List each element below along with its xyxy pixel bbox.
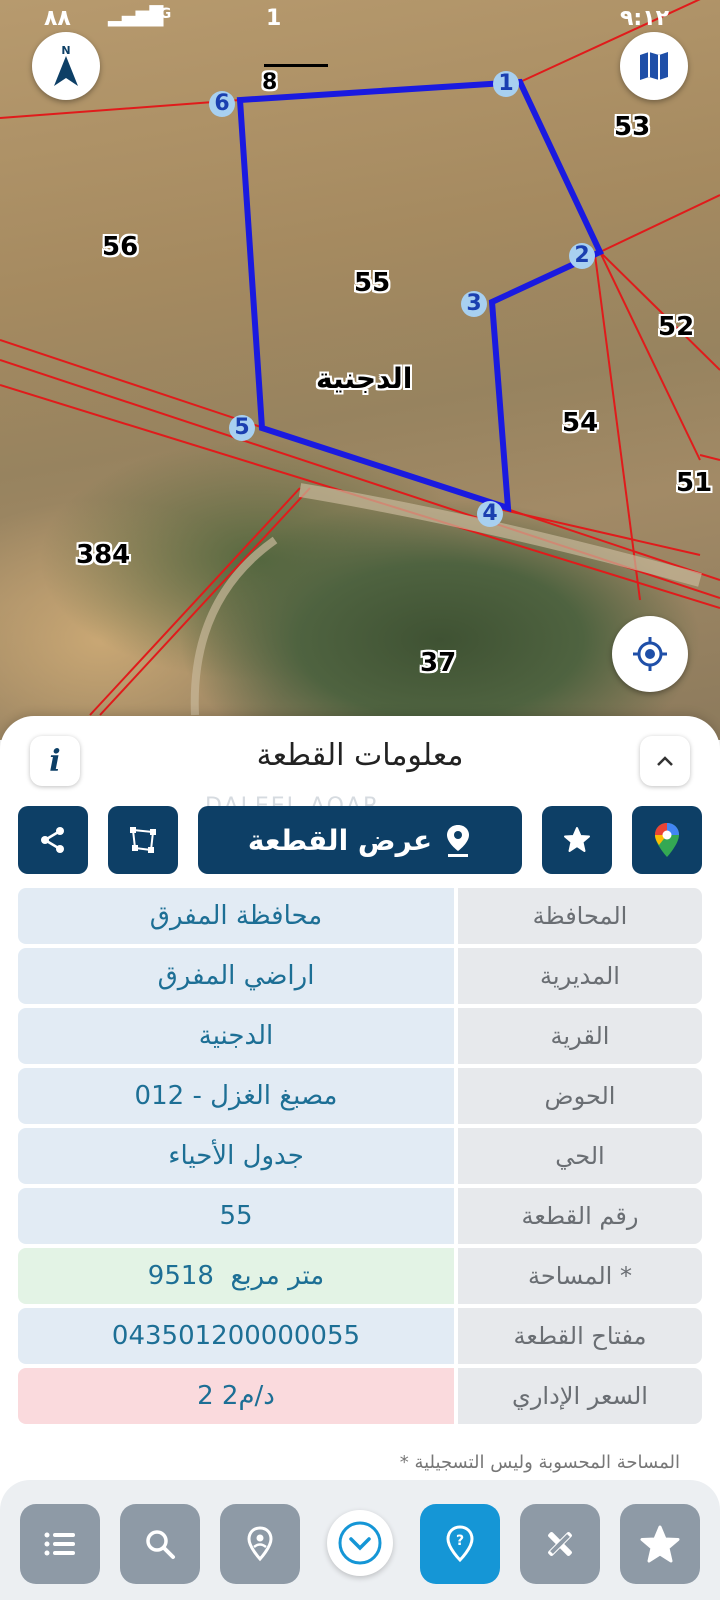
parcel-label-384[interactable]: 384 [76, 540, 130, 570]
map-view[interactable]: ٨٨ ▂▄▆█ 4G 1 ٩:١٢ 8 N 53 56 55 52 54 51 … [0, 0, 720, 740]
row-neighborhood: جدول الأحياء الحي [18, 1128, 702, 1184]
north-arrow-button[interactable]: N [32, 32, 100, 100]
row-parcel-key: 043501200000055 مفتاح القطعة [18, 1308, 702, 1364]
panel-title: معلومات القطعة [256, 738, 464, 773]
selected-parcel-outline [236, 78, 604, 513]
vertex-marker-3[interactable]: 3 [461, 291, 487, 317]
parcel-label-53[interactable]: 53 [614, 112, 650, 142]
crosshair-icon [633, 637, 667, 671]
neighborhood-label: الحي [458, 1128, 702, 1184]
parcel-key-value: 043501200000055 [18, 1308, 454, 1364]
scale-bar [264, 64, 328, 67]
parcel-key-label: مفتاح القطعة [458, 1308, 702, 1364]
locate-me-button[interactable] [612, 616, 688, 692]
google-maps-icon [655, 823, 679, 857]
google-maps-button[interactable] [632, 806, 702, 874]
parcel-number-label: رقم القطعة [458, 1188, 702, 1244]
parcel-label-56[interactable]: 56 [102, 232, 138, 262]
parcel-label-37[interactable]: 37 [420, 648, 456, 678]
location-pin-icon [447, 825, 470, 857]
nav-search-button[interactable] [120, 1504, 200, 1584]
vertex-marker-2[interactable]: 2 [569, 243, 595, 269]
tools-icon [548, 1532, 572, 1556]
basin-value: مصبغ الغزل - 012 [18, 1068, 454, 1124]
location-pin-icon [247, 1526, 273, 1562]
row-directorate: اراضي المفرق المديرية [18, 948, 702, 1004]
row-area: 9518 متر مربع المساحة * [18, 1248, 702, 1304]
vertex-marker-1[interactable]: 1 [493, 71, 519, 97]
governorate-label: المحافظة [458, 888, 702, 944]
bottom-navigation: ? [0, 1480, 720, 1600]
area-label: المساحة * [458, 1248, 702, 1304]
directorate-label: المديرية [458, 948, 702, 1004]
favorite-button[interactable] [542, 806, 612, 874]
location-question-icon: ? [446, 1525, 474, 1563]
collapse-panel-button[interactable] [640, 736, 690, 786]
parcel-label-51[interactable]: 51 [676, 468, 712, 498]
vertex-marker-6[interactable]: 6 [209, 91, 235, 117]
parcel-label-52[interactable]: 52 [658, 312, 694, 342]
vertex-marker-5[interactable]: 5 [229, 415, 255, 441]
status-time: ٩:١٢ [620, 6, 670, 31]
star-icon [640, 1525, 680, 1563]
parcel-label-54[interactable]: 54 [562, 408, 598, 438]
share-button[interactable] [18, 806, 88, 874]
scale-label: 8 [262, 70, 278, 95]
map-icon [640, 52, 668, 80]
polygon-icon [130, 827, 156, 853]
row-parcel-number: 55 رقم القطعة [18, 1188, 702, 1244]
row-governorate: محافظة المفرق المحافظة [18, 888, 702, 944]
village-value: الدجنية [18, 1008, 454, 1064]
parcel-number-value: 55 [18, 1188, 454, 1244]
network-label: 4G [150, 6, 172, 22]
show-parcel-button[interactable]: عرض القطعة [198, 806, 522, 874]
village-label: الدجنية [316, 362, 413, 395]
battery-indicator: ٨٨ [44, 6, 71, 31]
search-icon [146, 1530, 175, 1559]
nav-list-button[interactable] [20, 1504, 100, 1584]
status-extra: 1 [266, 6, 282, 31]
map-layers-button[interactable] [620, 32, 688, 100]
area-value: 9518 متر مربع [18, 1248, 454, 1304]
nav-identify-button[interactable]: ? [420, 1504, 500, 1584]
list-icon [44, 1532, 75, 1556]
admin-price-label: السعر الإداري [458, 1368, 702, 1424]
svg-text:N: N [61, 44, 70, 57]
star-icon [564, 827, 590, 852]
share-icon [41, 827, 64, 853]
north-arrow-icon: N [54, 44, 78, 86]
nav-location-button[interactable] [220, 1504, 300, 1584]
directorate-value: اراضي المفرق [18, 948, 454, 1004]
neighborhood-value: جدول الأحياء [18, 1128, 454, 1184]
village-row-label: القرية [458, 1008, 702, 1064]
governorate-value: محافظة المفرق [18, 888, 454, 944]
row-admin-price: 2 د/م2 السعر الإداري [18, 1368, 702, 1424]
admin-price-value: 2 د/م2 [18, 1368, 454, 1424]
expand-menu-button[interactable] [327, 1510, 393, 1576]
status-bar: ٨٨ ▂▄▆█ 4G 1 ٩:١٢ [0, 0, 720, 44]
row-basin: مصبغ الغزل - 012 الحوض [18, 1068, 702, 1124]
vertex-marker-4[interactable]: 4 [477, 501, 503, 527]
chevron-down-icon [338, 1521, 382, 1565]
nav-favorites-button[interactable] [620, 1504, 700, 1584]
basin-label: الحوض [458, 1068, 702, 1124]
row-village: الدجنية القرية [18, 1008, 702, 1064]
show-parcel-label: عرض القطعة [247, 823, 433, 857]
chevron-up-icon [657, 756, 673, 766]
polygon-edit-button[interactable] [108, 806, 178, 874]
svg-text:?: ? [456, 1533, 464, 1549]
area-footnote: * المساحة المحسوبة وليس التسجيلية [399, 1452, 680, 1473]
nav-tools-button[interactable] [520, 1504, 600, 1584]
parcel-label-55[interactable]: 55 [354, 268, 390, 298]
